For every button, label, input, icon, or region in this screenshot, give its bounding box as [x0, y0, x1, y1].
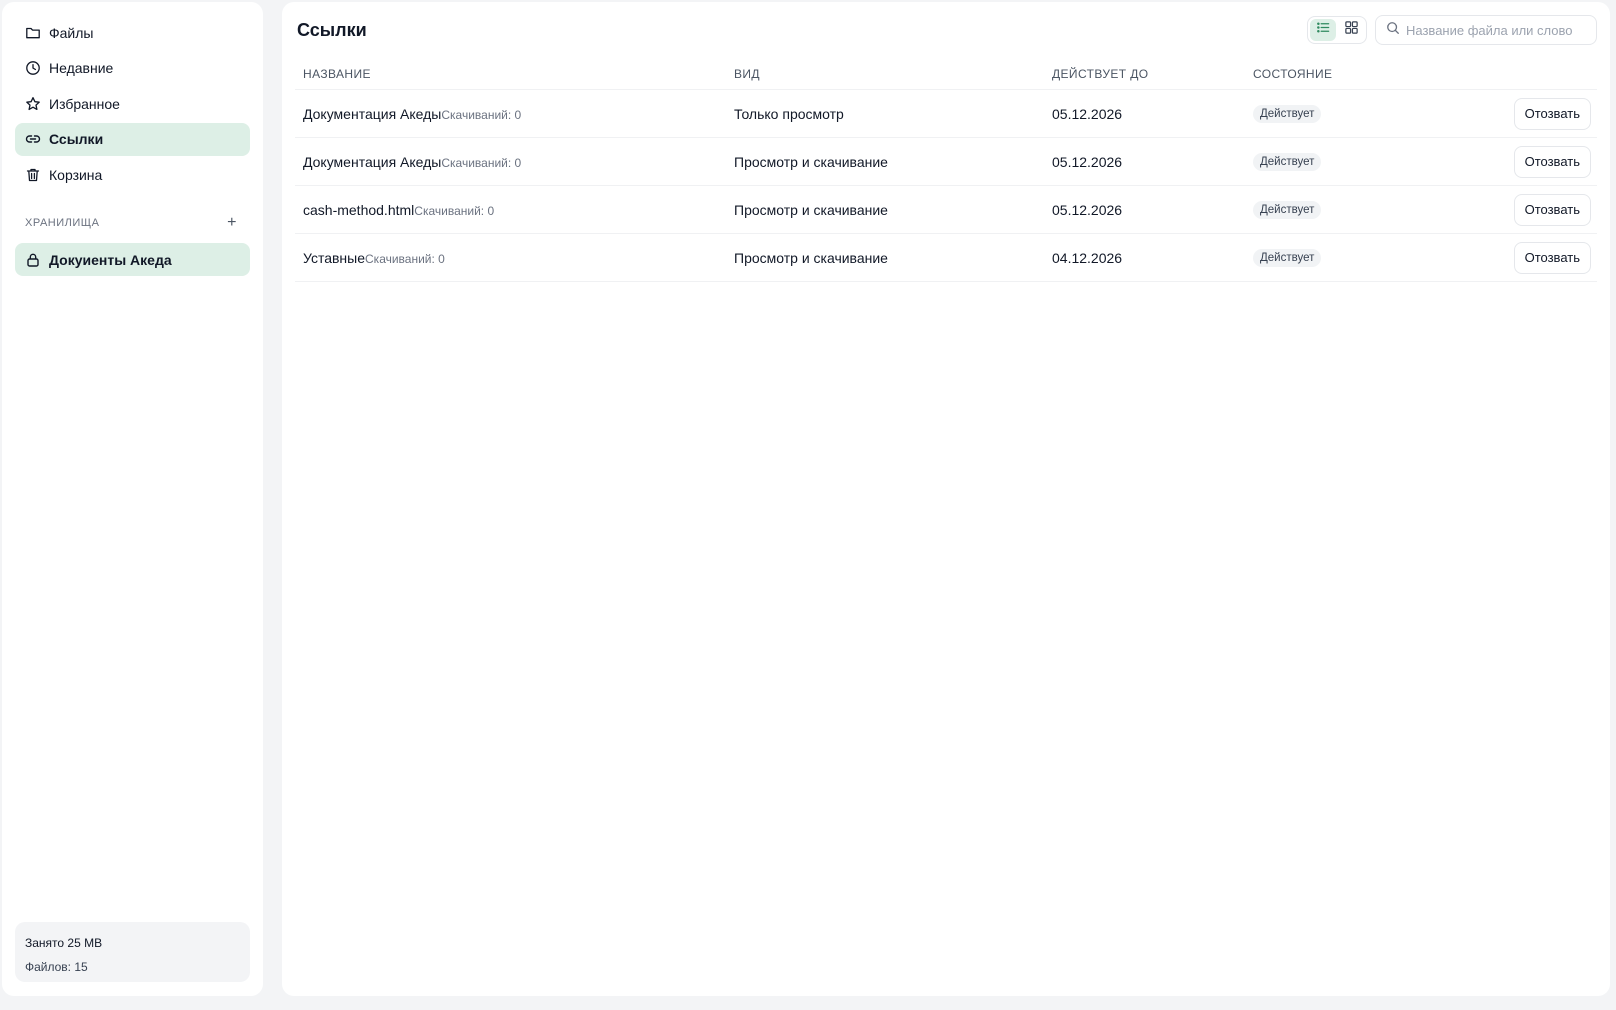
status-cell: Действует — [1253, 152, 1403, 171]
clock-icon — [25, 60, 41, 76]
list-icon — [1316, 20, 1331, 40]
link-name-cell: Документация АкедыСкачиваний: 0 — [295, 154, 734, 170]
status-cell: Действует — [1253, 104, 1403, 123]
status-badge: Действует — [1253, 105, 1322, 123]
page-title: Ссылки — [297, 19, 367, 40]
download-count: Скачиваний: 0 — [414, 203, 495, 218]
main-panel: Ссылки Название файла или слово НАЗВАНИЕ… — [282, 2, 1610, 996]
column-header-expires[interactable]: Действует до — [1052, 67, 1253, 81]
storages-header: Хранилища + — [15, 214, 250, 231]
link-name-cell: cash-method.htmlСкачиваний: 0 — [295, 202, 734, 218]
sidebar-item-label: Файлы — [49, 24, 94, 41]
link-type: Просмотр и скачивание — [734, 201, 888, 218]
table-row[interactable]: Документация АкедыСкачиваний: 0 Просмотр… — [295, 138, 1597, 186]
status-cell: Действует — [1253, 248, 1403, 267]
link-name: cash-method.html — [303, 201, 415, 218]
search-input[interactable] — [1406, 22, 1586, 38]
sidebar-storage-item[interactable]: Докуиенты Акеда — [15, 243, 250, 276]
action-cell: Отозвать — [1403, 145, 1597, 178]
action-cell: Отозвать — [1403, 193, 1597, 226]
link-expires: 05.12.2026 — [1052, 201, 1123, 218]
revoke-button[interactable]: Отозвать — [1513, 145, 1591, 178]
revoke-button[interactable]: Отозвать — [1513, 193, 1591, 226]
link-name: Уставные — [303, 249, 366, 266]
add-storage-button[interactable]: + — [224, 214, 240, 231]
table-row[interactable]: Документация АкедыСкачиваний: 0 Только п… — [295, 90, 1597, 138]
link-type: Только просмотр — [734, 105, 844, 122]
sidebar-item-label: Избранное — [49, 95, 120, 112]
plus-icon: + — [227, 214, 237, 231]
link-icon — [25, 131, 41, 147]
grid-icon — [1344, 20, 1359, 40]
link-expires: 05.12.2026 — [1052, 105, 1123, 122]
status-badge: Действует — [1253, 249, 1322, 267]
sidebar: Файлы Недавние Избранное Ссылки Корзина — [2, 2, 263, 996]
status-cell: Действует — [1253, 200, 1403, 219]
folder-icon — [25, 25, 41, 41]
sidebar-item-links[interactable]: Ссылки — [15, 122, 250, 156]
list-view-button[interactable] — [1310, 19, 1336, 41]
app-window: Файлы Недавние Избранное Ссылки Корзина — [0, 0, 1616, 1010]
link-name: Документация Акеды — [303, 105, 442, 122]
trash-icon — [25, 167, 41, 183]
download-count: Скачиваний: 0 — [441, 107, 522, 122]
storage-item-label: Докуиенты Акеда — [49, 251, 172, 268]
sidebar-item-label: Ссылки — [49, 131, 104, 147]
table-row[interactable]: УставныеСкачиваний: 0 Просмотр и скачива… — [295, 234, 1597, 282]
link-type: Просмотр и скачивание — [734, 249, 888, 266]
revoke-button[interactable]: Отозвать — [1513, 97, 1591, 130]
storage-usage: Занято 25 MB Файлов: 15 — [15, 922, 250, 982]
revoke-button[interactable]: Отозвать — [1513, 241, 1591, 274]
view-toggle — [1307, 16, 1367, 44]
sidebar-item-recent[interactable]: Недавние — [15, 52, 250, 85]
sidebar-item-favorites[interactable]: Избранное — [15, 87, 250, 120]
column-header-status[interactable]: Состояние — [1253, 67, 1403, 81]
status-badge: Действует — [1253, 153, 1322, 171]
usage-used: Занято 25 MB — [25, 936, 103, 950]
table-row[interactable]: cash-method.htmlСкачиваний: 0 Просмотр и… — [295, 186, 1597, 234]
grid-view-button[interactable] — [1338, 19, 1364, 41]
search-icon — [1386, 21, 1400, 40]
usage-files: Файлов: 15 — [25, 960, 88, 974]
table-header: Название Вид Действует до Состояние — [295, 58, 1597, 90]
lock-icon — [25, 252, 41, 268]
action-cell: Отозвать — [1403, 97, 1597, 130]
sidebar-item-trash[interactable]: Корзина — [15, 158, 250, 191]
link-expires: 05.12.2026 — [1052, 153, 1123, 170]
status-badge: Действует — [1253, 201, 1322, 219]
topbar: Ссылки — [295, 2, 1597, 58]
download-count: Скачиваний: 0 — [441, 155, 522, 170]
search-box — [1375, 15, 1597, 45]
link-expires: 04.12.2026 — [1052, 249, 1123, 266]
sidebar-item-label: Недавние — [49, 60, 114, 76]
link-name: Документация Акеды — [303, 153, 442, 170]
star-icon — [25, 96, 41, 112]
column-header-type[interactable]: Вид — [734, 67, 1052, 81]
link-type: Просмотр и скачивание — [734, 153, 888, 170]
topbar-controls — [1307, 15, 1597, 45]
download-count: Скачиваний: 0 — [365, 251, 445, 266]
action-cell: Отозвать — [1403, 241, 1597, 274]
links-table: Название Вид Действует до Состояние Доку… — [295, 58, 1597, 282]
link-name-cell: Документация АкедыСкачиваний: 0 — [295, 106, 734, 122]
link-name-cell: УставныеСкачиваний: 0 — [295, 250, 734, 266]
column-header-name[interactable]: Название — [295, 67, 734, 81]
sidebar-item-files[interactable]: Файлы — [15, 16, 250, 49]
storages-header-label: Хранилища — [25, 217, 100, 229]
sidebar-item-label: Корзина — [49, 166, 103, 183]
